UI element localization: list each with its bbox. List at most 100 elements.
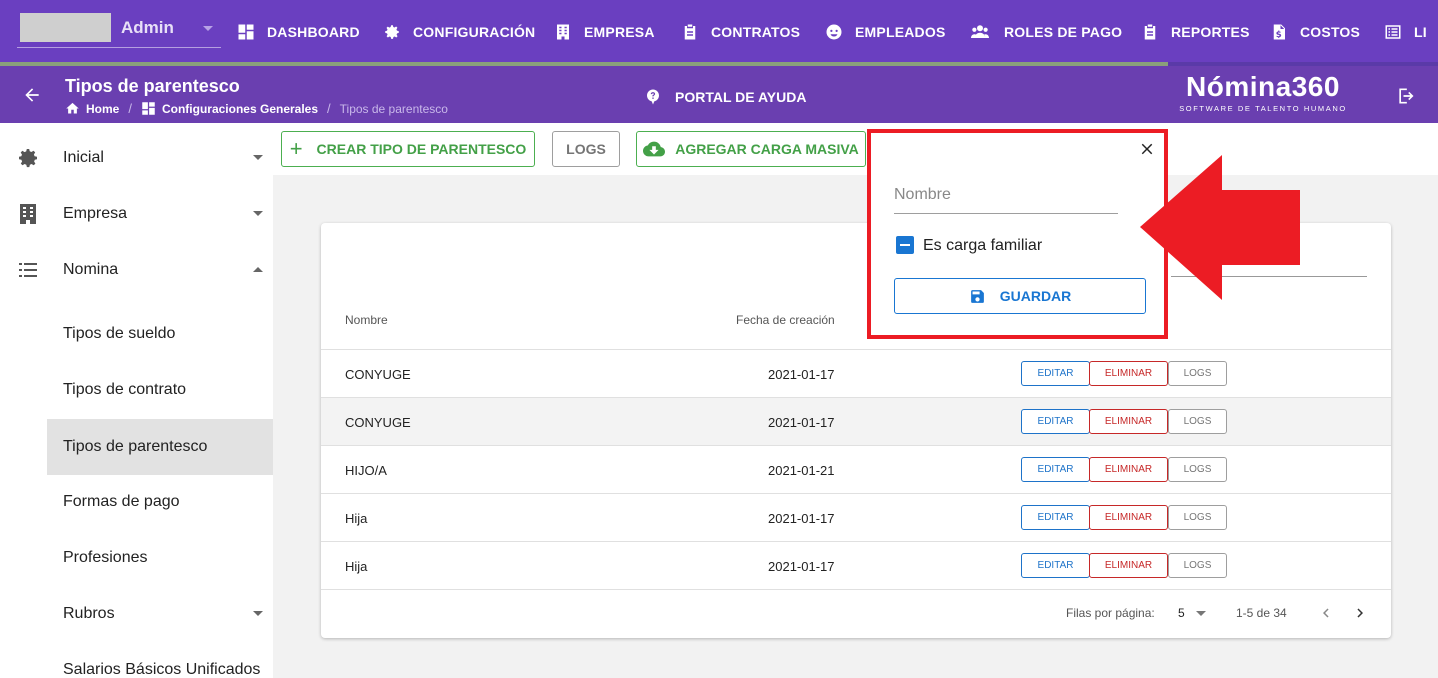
es-carga-familiar-checkbox[interactable]	[896, 236, 914, 254]
column-header-nombre[interactable]: Nombre	[345, 313, 388, 327]
sidebar-item-nomina[interactable]: Nomina	[0, 242, 273, 298]
breadcrumb-separator: /	[128, 101, 132, 116]
delete-button[interactable]: ELIMINAR	[1089, 409, 1168, 434]
sidebar-item-label: Inicial	[63, 149, 104, 166]
brand-name: Nómina360	[1186, 71, 1340, 102]
help-portal-label: PORTAL DE AYUDA	[675, 89, 807, 105]
row-logs-button[interactable]: LOGS	[1168, 457, 1227, 482]
delete-button[interactable]: ELIMINAR	[1089, 505, 1168, 530]
rows-per-page-label: Filas por página:	[1066, 606, 1155, 620]
edit-button[interactable]: EDITAR	[1021, 505, 1090, 530]
edit-button[interactable]: EDITAR	[1021, 553, 1090, 578]
help-icon	[647, 89, 659, 105]
sidebar-item-tipos-de-contrato[interactable]: Tipos de contrato	[0, 362, 273, 418]
delete-button[interactable]: ELIMINAR	[1089, 361, 1168, 386]
row-name: CONYUGE	[345, 415, 411, 430]
page-title: Tipos de parentesco	[65, 76, 240, 96]
arrow-back-icon[interactable]	[22, 85, 42, 105]
delete-button[interactable]: ELIMINAR	[1089, 457, 1168, 482]
sidebar-item-label: Profesiones	[63, 549, 148, 566]
breadcrumb-separator: /	[327, 101, 331, 116]
nav-empresa-label: EMPRESA	[584, 24, 655, 40]
row-logs-button[interactable]: LOGS	[1168, 505, 1227, 530]
logs-label: LOGS	[566, 141, 606, 157]
user-menu[interactable]: Admin	[17, 12, 221, 48]
delete-button[interactable]: ELIMINAR	[1089, 553, 1168, 578]
breadcrumb-home[interactable]: Home	[86, 102, 119, 116]
nav-dashboard[interactable]: DASHBOARD	[237, 20, 360, 44]
users-icon	[971, 25, 989, 38]
column-header-fecha[interactable]: Fecha de creación	[736, 313, 835, 327]
face-icon	[826, 24, 842, 40]
sidebar-item-rubros[interactable]: Rubros	[0, 586, 273, 642]
sidebar-item-profesiones[interactable]: Profesiones	[0, 530, 273, 586]
caret-down-icon	[253, 211, 263, 216]
file-dollar-icon	[1273, 24, 1285, 40]
sidebar-item-salarios-basicos[interactable]: Salarios Básicos Unificados	[0, 642, 273, 678]
sidebar-item-empresa[interactable]: Empresa	[0, 186, 273, 242]
nav-roles-de-pago[interactable]: ROLES DE PAGO	[968, 20, 1122, 44]
nav-more[interactable]: LI	[1384, 20, 1427, 44]
sidebar-item-inicial[interactable]: Inicial	[0, 130, 273, 186]
table-pagination: Filas por página: 5 1-5 de 34	[321, 589, 1391, 638]
logs-button[interactable]: LOGS	[552, 131, 620, 167]
gear-icon	[19, 149, 37, 168]
row-date: 2021-01-17	[768, 559, 835, 574]
sidebar-item-label: Nomina	[63, 261, 119, 278]
top-navbar: Admin DASHBOARD CONFIGURACIÓN EMPRESA CO…	[0, 0, 1438, 64]
create-parentesco-button[interactable]: + CREAR TIPO DE PARENTESCO	[281, 131, 535, 167]
sidebar-item-tipos-de-sueldo[interactable]: Tipos de sueldo	[0, 306, 273, 362]
sidebar: Inicial Empresa Nomina Tipos de sueldo T…	[0, 123, 273, 678]
nav-configuracion[interactable]: CONFIGURACIÓN	[383, 20, 535, 44]
row-date: 2021-01-21	[768, 463, 835, 478]
nav-empleados-label: EMPLEADOS	[855, 24, 946, 40]
nombre-input[interactable]	[894, 177, 1118, 214]
chevron-left-icon[interactable]	[1317, 604, 1335, 622]
edit-button[interactable]: EDITAR	[1021, 361, 1090, 386]
row-logs-button[interactable]: LOGS	[1168, 553, 1227, 578]
breadcrumb-configuraciones[interactable]: Configuraciones Generales	[162, 102, 318, 116]
help-portal-link[interactable]: PORTAL DE AYUDA	[644, 88, 806, 106]
clipboard-icon	[1144, 24, 1156, 40]
row-logs-button[interactable]: LOGS	[1168, 409, 1227, 434]
bulk-upload-button[interactable]: AGREGAR CARGA MASIVA	[636, 131, 866, 167]
chevron-right-icon[interactable]	[1351, 604, 1369, 622]
sidebar-item-label: Salarios Básicos Unificados	[63, 661, 261, 678]
row-logs-button[interactable]: LOGS	[1168, 361, 1227, 386]
sidebar-item-label: Tipos de parentesco	[63, 438, 208, 455]
nav-reportes[interactable]: REPORTES	[1141, 20, 1250, 44]
nav-empresa[interactable]: EMPRESA	[554, 20, 655, 44]
row-name: Hija	[345, 559, 368, 574]
brand-tagline: SOFTWARE DE TALENTO HUMANO	[1179, 104, 1347, 113]
save-label: GUARDAR	[999, 288, 1072, 304]
edit-button[interactable]: EDITAR	[1021, 457, 1090, 482]
logout-icon[interactable]	[1396, 86, 1416, 106]
table-row: CONYUGE 2021-01-17 EDITAR ELIMINAR LOGS	[321, 397, 1391, 445]
save-button[interactable]: GUARDAR	[894, 278, 1146, 314]
edit-button[interactable]: EDITAR	[1021, 409, 1090, 434]
rows-per-page-select[interactable]: 5	[1176, 600, 1212, 624]
nav-dashboard-label: DASHBOARD	[267, 24, 360, 40]
nav-reportes-label: REPORTES	[1171, 24, 1250, 40]
row-name: CONYUGE	[345, 367, 411, 382]
sidebar-item-tipos-de-parentesco[interactable]: Tipos de parentesco	[47, 419, 273, 475]
sidebar-item-formas-de-pago[interactable]: Formas de pago	[0, 474, 273, 530]
nav-contratos[interactable]: CONTRATOS	[681, 20, 800, 44]
nav-empleados[interactable]: EMPLEADOS	[825, 20, 945, 44]
row-name: HIJO/A	[345, 463, 387, 478]
es-carga-familiar-label: Es carga familiar	[923, 237, 1043, 254]
table-row: Hija 2021-01-17 EDITAR ELIMINAR LOGS	[321, 493, 1391, 541]
caret-up-icon	[253, 267, 263, 272]
list-icon	[1385, 25, 1401, 39]
sidebar-item-label: Tipos de contrato	[63, 381, 187, 398]
bulk-upload-label: AGREGAR CARGA MASIVA	[675, 141, 859, 157]
dashboard-icon	[238, 24, 254, 40]
nav-costos[interactable]: COSTOS	[1270, 20, 1360, 44]
dashboard-icon	[142, 102, 155, 115]
avatar	[20, 13, 111, 42]
caret-down-icon	[1196, 611, 1206, 616]
table-row: HIJO/A 2021-01-21 EDITAR ELIMINAR LOGS	[321, 445, 1391, 493]
sidebar-item-label: Rubros	[63, 605, 115, 622]
create-parentesco-label: CREAR TIPO DE PARENTESCO	[316, 141, 527, 157]
table-row: CONYUGE 2021-01-17 EDITAR ELIMINAR LOGS	[321, 349, 1391, 397]
